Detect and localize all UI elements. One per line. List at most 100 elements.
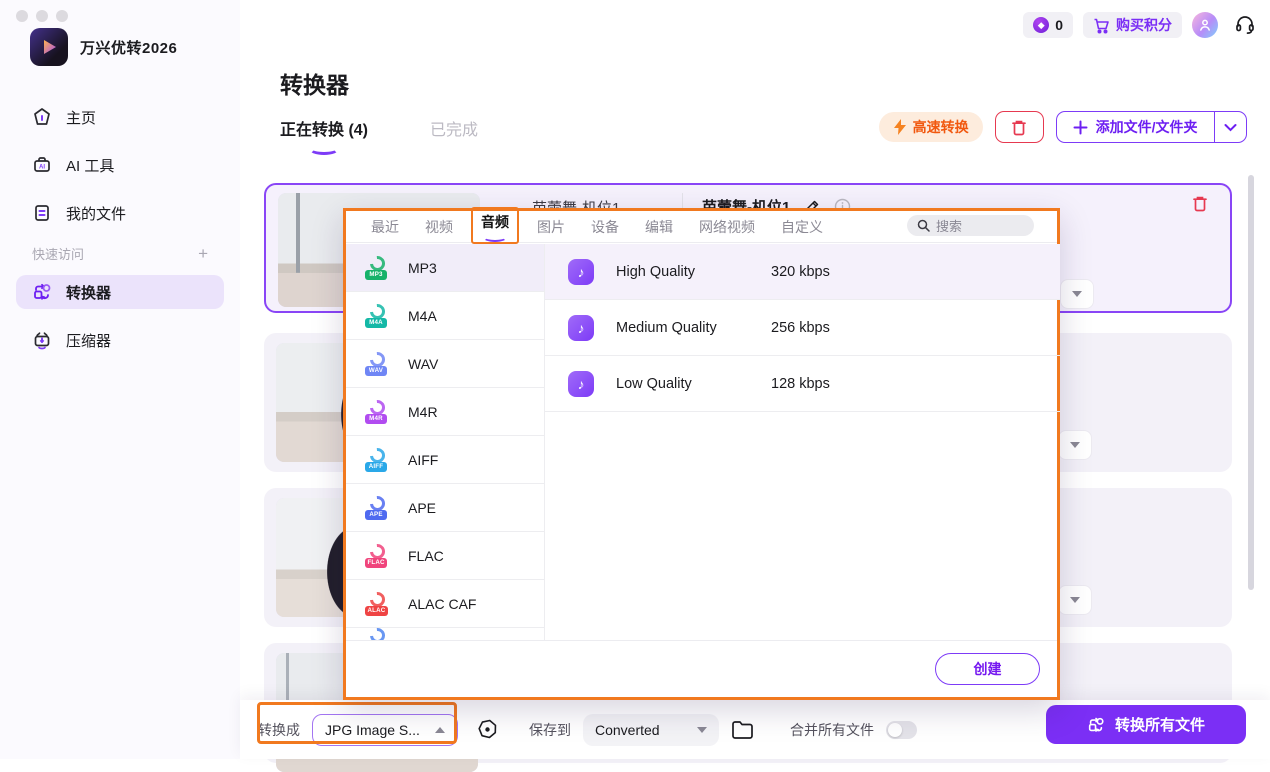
chevron-down-icon (1070, 442, 1080, 448)
toggle-knob (888, 723, 902, 737)
format-label: APE (408, 500, 436, 516)
gear-icon (476, 718, 499, 741)
quality-item-low[interactable]: ♪ Low Quality 128 kbps (545, 356, 1060, 412)
quality-item-high[interactable]: ♪ High Quality 320 kbps (545, 244, 1060, 300)
chevron-down-icon (1070, 597, 1080, 603)
format-item-partial[interactable] (346, 628, 544, 640)
window-close-icon[interactable] (16, 10, 28, 22)
sidebar-item-converter[interactable]: 转换器 (16, 275, 224, 309)
delete-all-button[interactable] (995, 111, 1044, 143)
format-item-m4a[interactable]: M4A M4A (346, 292, 544, 340)
format-settings-button[interactable] (476, 718, 499, 741)
trash-icon (1011, 119, 1027, 136)
sidebar-item-label: 压缩器 (66, 330, 111, 351)
tab-converting-label: 正在转换 (4) (280, 122, 368, 139)
format-item-aiff[interactable]: AIFF AIFF (346, 436, 544, 484)
save-folder-select[interactable]: Converted (583, 714, 719, 746)
sidebar-item-ai-tools[interactable]: AI AI 工具 (16, 148, 224, 182)
toolbar: 高速转换 添加文件/文件夹 (879, 111, 1247, 143)
search-placeholder: 搜索 (936, 216, 962, 235)
scrollbar[interactable] (1248, 175, 1254, 590)
credits-badge[interactable]: ◆ 0 (1023, 12, 1073, 38)
quick-access-add-icon[interactable]: + (198, 245, 208, 262)
add-files-dropdown-toggle[interactable] (1215, 123, 1246, 132)
converter-icon (32, 282, 52, 302)
tab-recent[interactable]: 最近 (371, 217, 399, 237)
format-expand-button[interactable] (1058, 585, 1092, 615)
folder-icon (731, 720, 754, 740)
format-item-flac[interactable]: FLAC FLAC (346, 532, 544, 580)
window-minimize-icon[interactable] (36, 10, 48, 22)
sidebar-nav: 主页 AI AI 工具 我的文件 快速访问 + 转换器 压缩器 (0, 100, 240, 371)
m4a-format-icon: M4A (365, 304, 392, 328)
format-expand-button[interactable] (1058, 430, 1092, 460)
alac-format-icon: ALAC (365, 592, 392, 616)
tab-image[interactable]: 图片 (537, 217, 565, 237)
quality-bitrate: 320 kbps (771, 264, 830, 280)
m4r-format-icon: M4R (365, 400, 392, 424)
trash-icon (1192, 195, 1208, 212)
window-zoom-icon[interactable] (56, 10, 68, 22)
sidebar-item-label: AI 工具 (66, 155, 114, 176)
sidebar-item-my-files[interactable]: 我的文件 (16, 196, 224, 230)
quality-bitrate: 128 kbps (771, 376, 830, 392)
format-item-alac-caf[interactable]: ALAC ALAC CAF (346, 580, 544, 628)
format-item-ape[interactable]: APE APE (346, 484, 544, 532)
add-files-label: 添加文件/文件夹 (1096, 117, 1198, 137)
quality-item-medium[interactable]: ♪ Medium Quality 256 kbps (545, 300, 1060, 356)
gem-icon: ◆ (1033, 17, 1049, 33)
buy-credits-label: 购买积分 (1116, 15, 1172, 35)
credits-count: 0 (1055, 17, 1063, 33)
status-tabs: 正在转换 (4) 已完成 (280, 116, 478, 155)
svg-text:AI: AI (39, 165, 45, 171)
output-format-select[interactable]: JPG Image S... (312, 714, 458, 746)
sidebar-item-label: 我的文件 (66, 203, 126, 224)
format-item-wav[interactable]: WAV WAV (346, 340, 544, 388)
avatar[interactable] (1192, 12, 1218, 38)
file-delete-button[interactable] (1192, 195, 1208, 217)
support-button[interactable] (1234, 14, 1256, 36)
sidebar-item-home[interactable]: 主页 (16, 100, 224, 134)
tab-editing[interactable]: 编辑 (645, 217, 673, 237)
active-tab-underline (309, 143, 339, 155)
format-item-m4r[interactable]: M4R M4R (346, 388, 544, 436)
sidebar: 万兴优转2026 主页 AI AI 工具 我的文件 快速访问 + 转换器 压缩器 (0, 0, 240, 759)
search-input[interactable]: 搜索 (907, 215, 1034, 236)
add-files-main[interactable]: 添加文件/文件夹 (1057, 117, 1214, 137)
convert-all-button[interactable]: 转换所有文件 (1046, 705, 1246, 744)
tab-completed[interactable]: 已完成 (430, 116, 478, 155)
format-label: MP3 (408, 260, 437, 276)
tab-device[interactable]: 设备 (591, 217, 619, 237)
tab-audio[interactable]: 音频 (471, 207, 519, 244)
fast-convert-label: 高速转换 (913, 117, 969, 137)
format-label: FLAC (408, 548, 444, 564)
create-button[interactable]: 创建 (935, 653, 1040, 685)
format-item-mp3[interactable]: MP3 MP3 (346, 244, 544, 292)
tab-converting[interactable]: 正在转换 (4) (280, 116, 368, 155)
convert-to-label: 转换成 (258, 720, 300, 740)
headset-icon (1234, 14, 1256, 36)
app-brand: 万兴优转2026 (30, 28, 177, 66)
popup-footer: 创建 (346, 640, 1057, 697)
save-folder-value: Converted (595, 722, 660, 738)
window-controls[interactable] (16, 10, 68, 22)
merge-toggle[interactable] (886, 721, 917, 739)
add-files-button[interactable]: 添加文件/文件夹 (1056, 111, 1247, 143)
open-folder-button[interactable] (731, 720, 754, 740)
plus-icon (1073, 120, 1088, 135)
buy-credits-button[interactable]: 购买积分 (1083, 12, 1182, 38)
quality-label: High Quality (616, 264, 771, 280)
sidebar-item-compressor[interactable]: 压缩器 (16, 323, 224, 357)
app-title: 万兴优转2026 (80, 37, 177, 58)
tab-video[interactable]: 视频 (425, 217, 453, 237)
chevron-down-icon (697, 727, 707, 733)
fast-convert-button[interactable]: 高速转换 (879, 112, 983, 142)
format-list: MP3 MP3 M4A M4A WAV WAV M4R M4R AIFF AIF… (346, 244, 545, 640)
tab-custom[interactable]: 自定义 (781, 217, 823, 237)
format-expand-button[interactable] (1060, 279, 1094, 309)
compressor-icon (32, 330, 52, 350)
tab-web-video[interactable]: 网络视频 (699, 217, 755, 237)
music-note-icon: ♪ (568, 315, 594, 341)
ape-format-icon: APE (365, 496, 392, 520)
chevron-down-icon (1224, 123, 1237, 132)
